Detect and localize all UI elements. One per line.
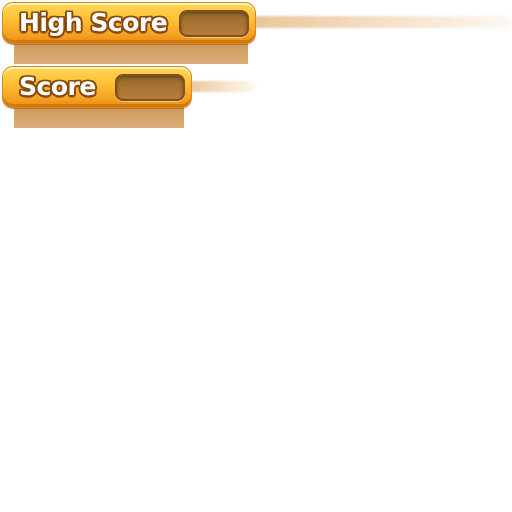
high-score-panel: High Score: [2, 2, 256, 44]
score-streak: [186, 81, 256, 92]
score-value-slot: [115, 74, 185, 101]
game-hud: High Score Score: [0, 0, 512, 512]
high-score-streak: [250, 16, 512, 28]
high-score-label: High Score: [19, 8, 168, 37]
score-panel: Score: [2, 66, 192, 108]
high-score-value-slot: [179, 10, 249, 37]
score-label: Score: [19, 72, 96, 101]
